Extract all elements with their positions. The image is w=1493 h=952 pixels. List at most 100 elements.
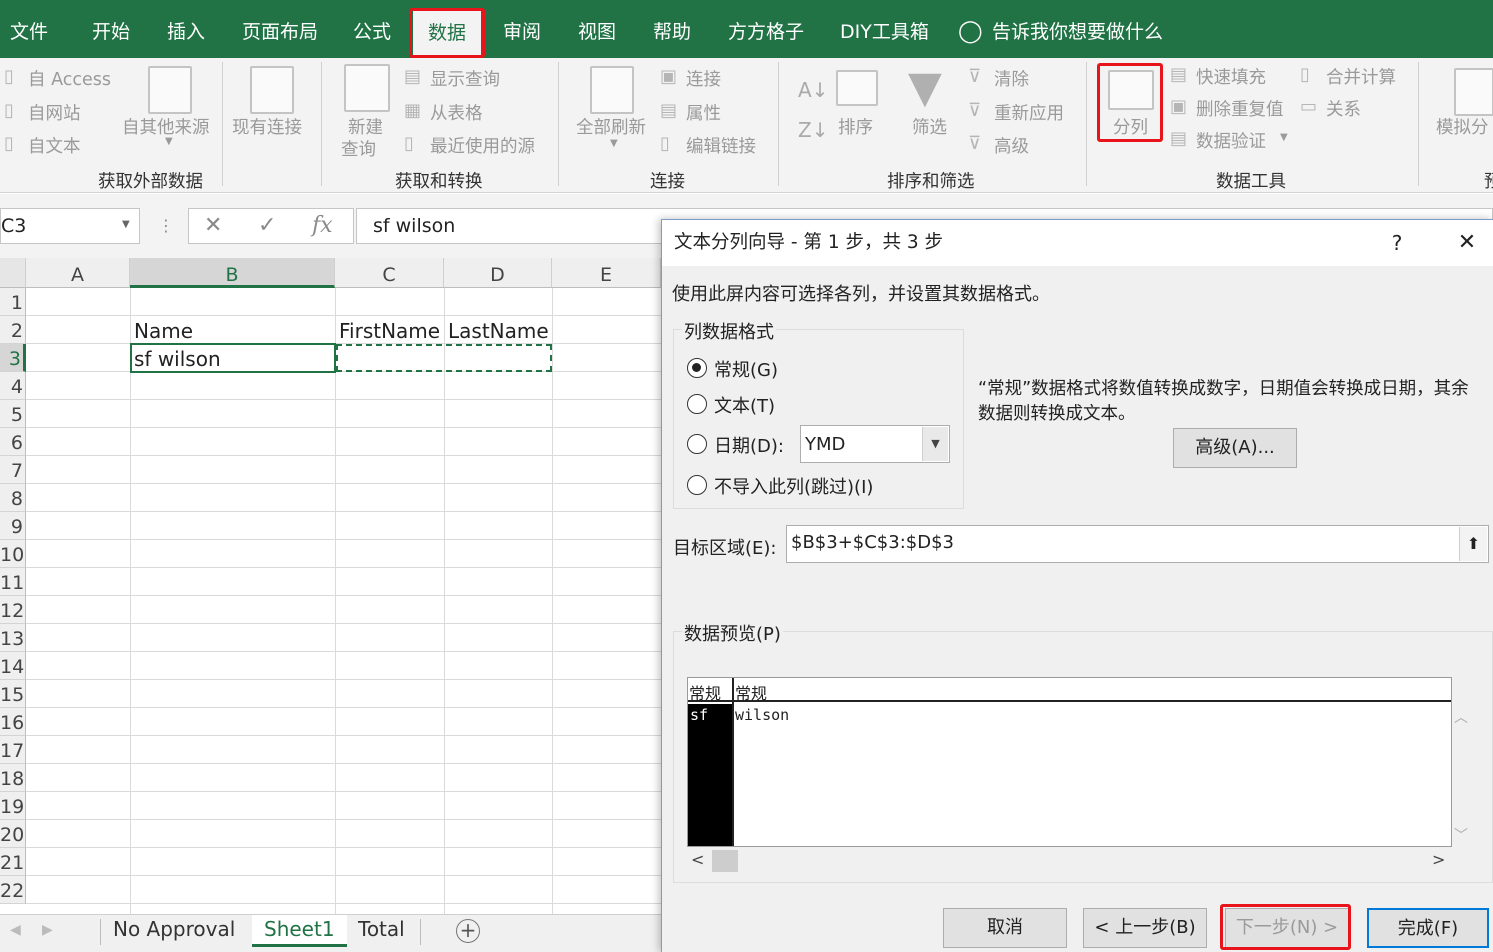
row-header[interactable]: 7: [0, 456, 26, 484]
row-header[interactable]: 8: [0, 484, 26, 512]
column-header-a[interactable]: A: [26, 258, 130, 288]
tab-insert[interactable]: 插入: [167, 0, 205, 58]
row-header[interactable]: 12: [0, 596, 26, 624]
row-header[interactable]: 15: [0, 680, 26, 708]
enter-icon[interactable]: ✓: [258, 208, 276, 244]
row-header[interactable]: 17: [0, 736, 26, 764]
row-header[interactable]: 14: [0, 652, 26, 680]
row-header[interactable]: 16: [0, 708, 26, 736]
preview-table[interactable]: 常规 常规 sf wilson: [687, 677, 1452, 847]
column-header-b[interactable]: B: [130, 258, 335, 288]
tab-view[interactable]: 视图: [578, 0, 616, 58]
cell-d2[interactable]: LastName: [448, 317, 549, 345]
add-sheet-icon[interactable]: +: [456, 919, 480, 943]
row-header[interactable]: 10: [0, 540, 26, 568]
back-button[interactable]: < 上一步(B): [1083, 908, 1207, 948]
worksheet-grid[interactable]: A B C D E 1 2 3 4 5 6 7 8 9 10 11 12 13 14 15 16 17 18 19 2…: [0, 258, 661, 914]
existing-connections-button[interactable]: 现有连接: [232, 114, 302, 139]
scroll-thumb[interactable]: [712, 850, 738, 872]
row-header[interactable]: 2: [0, 316, 26, 344]
row-header[interactable]: 20: [0, 820, 26, 848]
row-header[interactable]: 6: [0, 428, 26, 456]
from-web-button[interactable]: 自网站: [28, 100, 81, 125]
scroll-left-icon[interactable]: <: [691, 850, 704, 869]
row-header[interactable]: 18: [0, 764, 26, 792]
remove-duplicates-button[interactable]: 删除重复值: [1196, 96, 1284, 121]
connections-button[interactable]: 连接: [686, 66, 721, 91]
recent-sources-button[interactable]: 最近使用的源: [430, 133, 535, 158]
flash-fill-button[interactable]: 快速填充: [1196, 64, 1266, 89]
chevron-down-icon[interactable]: ▼: [922, 427, 948, 461]
row-header[interactable]: 5: [0, 400, 26, 428]
help-icon[interactable]: ?: [1377, 220, 1417, 266]
finish-button[interactable]: 完成(F): [1367, 908, 1489, 948]
sort-az-icon[interactable]: A↓: [798, 78, 828, 102]
reapply-button[interactable]: 重新应用: [994, 100, 1064, 125]
row-header[interactable]: 22: [0, 876, 26, 904]
column-header-d[interactable]: D: [444, 258, 552, 288]
radio-text[interactable]: [687, 394, 707, 414]
from-access-button[interactable]: 自 Access: [28, 66, 111, 91]
tab-home[interactable]: 开始: [92, 0, 130, 58]
filter-button[interactable]: 筛选: [912, 114, 947, 139]
edit-links-button[interactable]: 编辑链接: [686, 133, 756, 158]
from-text-button[interactable]: 自文本: [28, 133, 81, 158]
radio-skip[interactable]: [687, 475, 707, 495]
name-box[interactable]: C3: [0, 208, 140, 244]
row-header[interactable]: 9: [0, 512, 26, 540]
column-header-c[interactable]: C: [335, 258, 444, 288]
cell-b2[interactable]: Name: [134, 317, 193, 345]
radio-general[interactable]: [687, 358, 707, 378]
tab-review[interactable]: 审阅: [503, 0, 541, 58]
preview-hscrollbar[interactable]: < >: [687, 848, 1452, 874]
tab-formulas[interactable]: 公式: [353, 0, 391, 58]
from-table-button[interactable]: 从表格: [430, 100, 483, 125]
close-icon[interactable]: ✕: [1447, 220, 1487, 266]
scroll-left-icon[interactable]: ◀: [10, 915, 21, 947]
tab-help[interactable]: 帮助: [653, 0, 691, 58]
row-header[interactable]: 3: [0, 344, 26, 372]
clear-button[interactable]: 清除: [994, 66, 1029, 91]
row-header[interactable]: 13: [0, 624, 26, 652]
tell-me-search[interactable]: 告诉我你想要做什么: [992, 0, 1163, 58]
row-header[interactable]: 21: [0, 848, 26, 876]
sheet-tab-sheet1[interactable]: Sheet1: [252, 915, 347, 947]
new-query-label-2[interactable]: 查询: [341, 136, 376, 161]
sort-button[interactable]: 排序: [838, 114, 873, 139]
data-validation-button[interactable]: 数据验证: [1196, 128, 1266, 153]
destination-input[interactable]: $B$3+$C$3:$D$3 ⬆: [786, 525, 1489, 563]
collapse-dialog-icon[interactable]: ⬆: [1459, 527, 1487, 561]
sheet-tab-no-approval[interactable]: No Approval: [113, 915, 235, 947]
more-options-icon[interactable]: ⋮: [158, 208, 174, 244]
insert-function-icon[interactable]: fx: [312, 208, 333, 244]
cell-c2[interactable]: FirstName: [339, 317, 440, 345]
properties-button[interactable]: 属性: [686, 100, 721, 125]
select-all-corner[interactable]: [0, 258, 26, 288]
scroll-down-icon[interactable]: ﹀: [1454, 825, 1468, 845]
row-header[interactable]: 19: [0, 792, 26, 820]
radio-date[interactable]: [687, 434, 707, 454]
cancel-icon[interactable]: ✕: [204, 208, 222, 244]
relationships-button[interactable]: 关系: [1326, 96, 1361, 121]
tab-page-layout[interactable]: 页面布局: [242, 0, 318, 58]
scroll-right-icon[interactable]: ▶: [42, 915, 53, 947]
option-skip-label[interactable]: 不导入此列(跳过)(I): [714, 473, 873, 499]
what-if-analysis-button[interactable]: 模拟分: [1436, 114, 1489, 139]
date-format-select[interactable]: YMD ▼: [800, 425, 950, 463]
row-header[interactable]: 1: [0, 288, 26, 316]
scroll-right-icon[interactable]: >: [1432, 850, 1445, 869]
option-date-label[interactable]: 日期(D):: [714, 432, 784, 458]
sheet-tab-total[interactable]: Total: [358, 915, 405, 947]
consolidate-button[interactable]: 合并计算: [1326, 64, 1396, 89]
column-header-e[interactable]: E: [552, 258, 661, 288]
advanced-filter-button[interactable]: 高级: [994, 133, 1029, 158]
scroll-up-icon[interactable]: ︿: [1454, 707, 1468, 727]
tab-fangfang[interactable]: 方方格子: [728, 0, 804, 58]
row-header[interactable]: 11: [0, 568, 26, 596]
tab-diy-toolbox[interactable]: DIY工具箱: [840, 0, 929, 58]
cancel-button[interactable]: 取消: [943, 908, 1067, 948]
sort-za-icon[interactable]: Z↓: [798, 118, 828, 142]
option-general-label[interactable]: 常规(G): [714, 356, 778, 382]
refresh-all-button[interactable]: 全部刷新: [576, 114, 646, 139]
advanced-button[interactable]: 高级(A)...: [1173, 428, 1297, 468]
